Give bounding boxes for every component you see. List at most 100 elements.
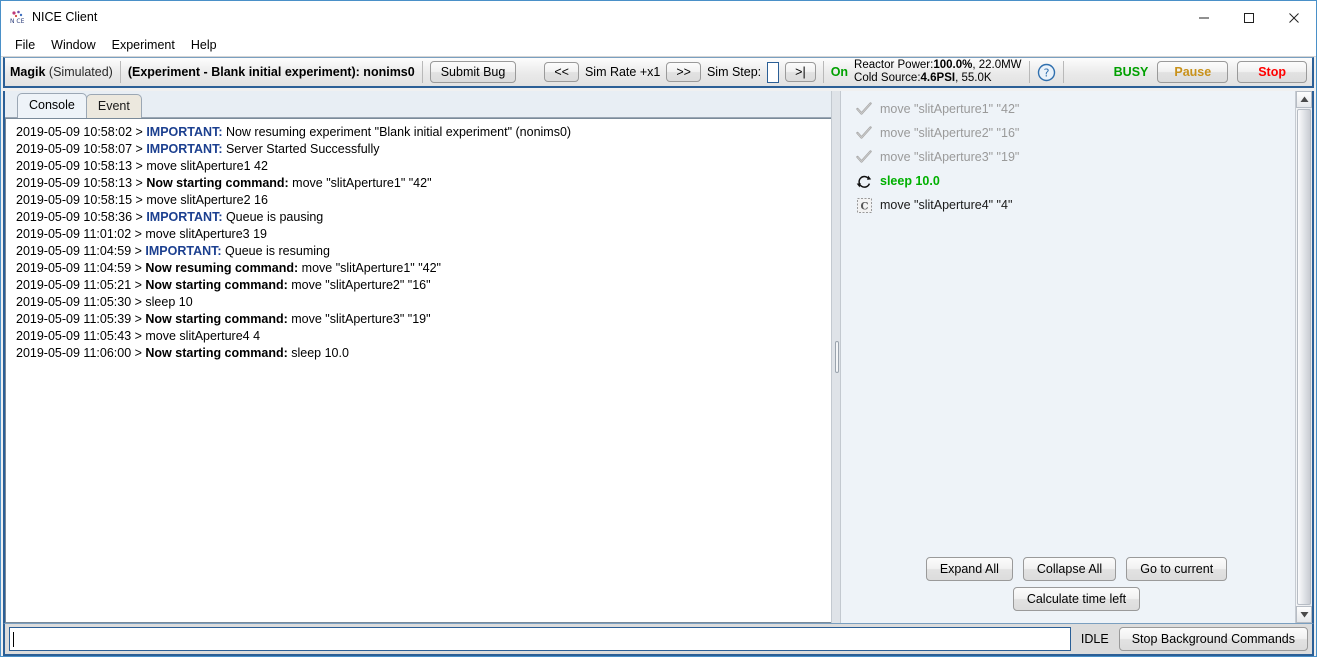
console-line-timestamp: 2019-05-09 10:58:15 > [16, 193, 146, 207]
power-state-label: On [831, 65, 848, 79]
console-line-message: move slitAperture2 16 [146, 193, 268, 207]
toolbar: Magik (Simulated) (Experiment - Blank in… [3, 57, 1314, 88]
console-line-timestamp: 2019-05-09 11:05:30 > [16, 295, 145, 309]
expand-all-button[interactable]: Expand All [926, 557, 1013, 581]
console-line-message: Queue is pausing [222, 210, 323, 224]
split-divider[interactable] [831, 91, 841, 623]
collapse-all-button[interactable]: Collapse All [1023, 557, 1116, 581]
console-line-message: sleep 10 [145, 295, 192, 309]
stop-button[interactable]: Stop [1237, 61, 1307, 83]
console-line-timestamp: 2019-05-09 11:05:21 > [16, 278, 145, 292]
minimize-button[interactable] [1181, 1, 1226, 34]
console-line-tag: IMPORTANT: [146, 210, 222, 224]
console-line-timestamp: 2019-05-09 11:05:39 > [16, 312, 145, 326]
tab-event[interactable]: Event [86, 94, 142, 118]
sim-step-label: Sim Step: [707, 65, 761, 79]
queue-item[interactable]: move "slitAperture1" "42" [855, 97, 1312, 121]
queue-item[interactable]: Cmove "slitAperture4" "4" [855, 193, 1312, 217]
check-icon [855, 149, 873, 165]
queue-item-label: move "slitAperture4" "4" [880, 198, 1012, 212]
queue-item-label: move "slitAperture3" "19" [880, 150, 1019, 164]
console-line: 2019-05-09 11:04:59 > IMPORTANT: Queue i… [16, 243, 831, 260]
console-line-timestamp: 2019-05-09 11:05:43 > [16, 329, 145, 343]
console-line-timestamp: 2019-05-09 11:06:00 > [16, 346, 145, 360]
console-line-message: move "slitAperture1" "42" [298, 261, 441, 275]
menu-item-experiment[interactable]: Experiment [104, 36, 183, 54]
cold-source-label: Cold Source: [854, 72, 920, 84]
idle-status-label: IDLE [1077, 632, 1113, 646]
busy-status-label: BUSY [1114, 65, 1149, 79]
queue-item[interactable]: move "slitAperture3" "19" [855, 145, 1312, 169]
console-tabstrip: Console Event [5, 91, 831, 118]
console-line-timestamp: 2019-05-09 10:58:36 > [16, 210, 146, 224]
console-output[interactable]: 2019-05-09 10:58:02 > IMPORTANT: Now res… [5, 118, 831, 623]
queue-scrollbar[interactable] [1295, 91, 1312, 623]
calculate-time-left-button[interactable]: Calculate time left [1013, 587, 1140, 611]
queue-item[interactable]: sleep 10.0 [855, 169, 1312, 193]
toolbar-separator [1029, 61, 1030, 83]
sim-rate-increase-button[interactable]: >> [666, 62, 701, 82]
refresh-spinner-icon [855, 173, 873, 189]
window-controls [1181, 1, 1316, 34]
scroll-down-arrow-icon[interactable] [1296, 606, 1312, 623]
menu-bar: File Window Experiment Help [1, 34, 1316, 57]
sim-rate-decrease-button[interactable]: << [544, 62, 579, 82]
console-line-tag: Now resuming command: [145, 261, 298, 275]
console-line: 2019-05-09 11:05:43 > move slitAperture4… [16, 328, 831, 345]
split-divider-grip[interactable] [835, 341, 839, 373]
console-line: 2019-05-09 11:06:00 > Now starting comma… [16, 345, 831, 362]
console-line: 2019-05-09 11:04:59 > Now resuming comma… [16, 260, 831, 277]
menu-item-help[interactable]: Help [183, 36, 225, 54]
queue-item-label: move "slitAperture1" "42" [880, 102, 1019, 116]
submit-bug-button[interactable]: Submit Bug [430, 61, 517, 83]
reactor-power-value: 100.0% [933, 59, 972, 71]
queue-item-label: sleep 10.0 [880, 174, 940, 188]
console-line-message: move slitAperture1 42 [146, 159, 268, 173]
console-line-timestamp: 2019-05-09 10:58:13 > [16, 176, 146, 190]
console-line-tag: Now starting command: [146, 176, 288, 190]
console-line-message: move slitAperture3 19 [145, 227, 267, 241]
main-split-pane: Console Event 2019-05-09 10:58:02 > IMPO… [3, 91, 1314, 623]
queue-item[interactable]: move "slitAperture2" "16" [855, 121, 1312, 145]
console-line: 2019-05-09 10:58:13 > move slitAperture1… [16, 158, 831, 175]
command-input[interactable] [9, 627, 1071, 651]
tab-console[interactable]: Console [17, 93, 87, 118]
command-queue-list: move "slitAperture1" "42" move "slitApert… [841, 91, 1312, 557]
instrument-mode: (Simulated) [49, 65, 113, 79]
queue-button-bar: Expand All Collapse All Go to current Ca… [841, 557, 1312, 623]
console-line-timestamp: 2019-05-09 11:01:02 > [16, 227, 145, 241]
menu-item-file[interactable]: File [7, 36, 43, 54]
instrument-name: Magik [10, 65, 45, 79]
reactor-power-extra: , 22.0MW [972, 59, 1021, 71]
stop-background-commands-button[interactable]: Stop Background Commands [1119, 627, 1308, 651]
pending-c-icon: C [855, 197, 873, 213]
console-line-message: move slitAperture4 4 [145, 329, 260, 343]
console-line: 2019-05-09 11:05:21 > Now starting comma… [16, 277, 831, 294]
console-line-tag: IMPORTANT: [146, 142, 222, 156]
console-line-message: Now resuming experiment "Blank initial e… [222, 125, 571, 139]
console-line-message: move "slitAperture2" "16" [288, 278, 431, 292]
svg-text:C: C [860, 201, 868, 212]
sim-step-advance-button[interactable]: >| [785, 62, 816, 82]
queue-scrollbar-thumb[interactable] [1297, 109, 1311, 605]
instrument-indicator: Magik (Simulated) [5, 65, 113, 79]
reactor-power-label: Reactor Power: [854, 59, 933, 71]
console-line-message: Server Started Successfully [222, 142, 379, 156]
sim-step-input[interactable] [767, 62, 779, 83]
console-line: 2019-05-09 11:01:02 > move slitAperture3… [16, 226, 831, 243]
queue-item-label: move "slitAperture2" "16" [880, 126, 1019, 140]
maximize-button[interactable] [1226, 1, 1271, 34]
console-line: 2019-05-09 10:58:02 > IMPORTANT: Now res… [16, 124, 831, 141]
scroll-up-arrow-icon[interactable] [1296, 91, 1312, 108]
help-circle-icon[interactable]: ? [1037, 63, 1056, 82]
go-to-current-button[interactable]: Go to current [1126, 557, 1227, 581]
toolbar-separator [823, 61, 824, 83]
console-line-message: move "slitAperture1" "42" [289, 176, 432, 190]
experiment-label: (Experiment - Blank initial experiment):… [128, 65, 415, 79]
console-line: 2019-05-09 10:58:13 > Now starting comma… [16, 175, 831, 192]
console-line: 2019-05-09 10:58:15 > move slitAperture2… [16, 192, 831, 209]
pause-button[interactable]: Pause [1157, 61, 1228, 83]
close-button[interactable] [1271, 1, 1316, 34]
menu-item-window[interactable]: Window [43, 36, 103, 54]
command-queue-pane: move "slitAperture1" "42" move "slitApert… [841, 91, 1312, 623]
